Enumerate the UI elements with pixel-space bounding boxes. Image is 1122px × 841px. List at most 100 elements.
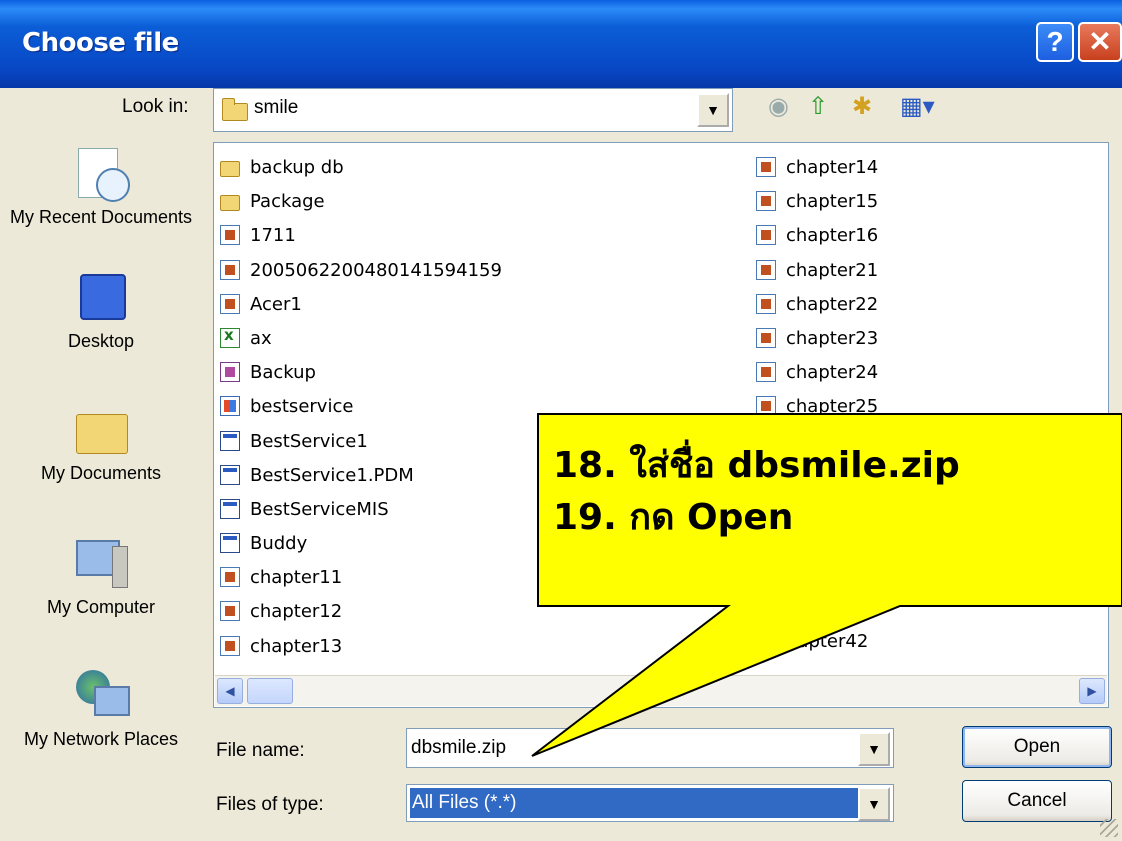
horizontal-scrollbar[interactable]: ◀ ▶ — [215, 675, 1107, 706]
chevron-down-icon: ▼ — [706, 102, 720, 118]
zip-file-icon — [220, 567, 240, 588]
file-name: chapter23 — [786, 327, 879, 349]
file-item[interactable]: chapter21 — [756, 254, 1096, 288]
zip-file-icon — [220, 225, 240, 246]
folder-icon — [220, 195, 240, 212]
folder-icon — [220, 161, 240, 177]
toolbar: ◉ ⇧ ✱ ▦▾ — [768, 92, 958, 132]
file-name: BestService1 — [250, 430, 368, 452]
file-name: BestServiceMIS — [250, 498, 389, 520]
file-item[interactable]: Backup — [220, 356, 740, 390]
app-file-icon — [220, 396, 240, 417]
lookin-dropdown-button[interactable]: ▼ — [697, 93, 729, 127]
file-item[interactable]: chapter22 — [756, 288, 1096, 322]
chevron-down-icon: ▼ — [867, 796, 881, 812]
callout-text: 18. ใส่ชื่อ dbsmile.zip 19. กด Open — [553, 440, 960, 544]
file-item[interactable]: 20050622004801415941​59 — [220, 254, 740, 288]
zip-file-icon — [756, 259, 776, 280]
vb-file-icon — [220, 498, 240, 519]
lookin-value: smile — [254, 97, 299, 118]
scroll-left-button[interactable]: ◀ — [217, 678, 243, 704]
file-item[interactable]: 1711 — [220, 219, 740, 253]
vb-file-icon — [220, 464, 240, 485]
zip-file-icon — [756, 225, 776, 246]
zip-file-icon — [220, 635, 240, 656]
place-desktop[interactable]: Desktop — [2, 268, 200, 352]
scroll-thumb[interactable] — [247, 678, 293, 704]
cancel-button[interactable]: Cancel — [962, 780, 1112, 822]
filetype-value: All Files (*.*) — [412, 792, 517, 813]
file-item[interactable]: chapter23 — [756, 322, 1096, 356]
file-name: chapter25 — [786, 396, 879, 418]
filetype-dropdown-button[interactable]: ▼ — [858, 787, 890, 821]
desktop-icon — [72, 268, 130, 326]
file-name: 1711 — [250, 225, 296, 247]
back-icon[interactable]: ◉ — [768, 92, 789, 121]
close-button[interactable]: ✕ — [1078, 22, 1122, 62]
lookin-label: Look in: — [122, 96, 189, 117]
place-label: My Documents — [40, 463, 162, 483]
filename-value: dbsmile.zip — [411, 737, 507, 758]
file-name: chapter12 — [250, 601, 343, 623]
place-my-documents[interactable]: My Documents — [2, 400, 200, 484]
chevron-down-icon: ▼ — [867, 741, 881, 757]
place-label: My Network Places — [23, 729, 179, 749]
place-label: Desktop — [67, 331, 135, 351]
help-button[interactable]: ? — [1036, 22, 1074, 62]
file-name: Package — [250, 191, 325, 213]
place-recent-documents[interactable]: My Recent Documents — [2, 144, 200, 228]
file-item[interactable]: chapter13 — [220, 630, 740, 664]
place-label: My Computer — [46, 597, 156, 617]
vb-file-icon — [220, 430, 240, 451]
zip-file-icon — [756, 191, 776, 212]
file-name: chapter14 — [786, 157, 879, 178]
filetype-select[interactable]: All Files (*.*) ▼ — [406, 784, 894, 822]
file-item[interactable]: bestservice — [220, 390, 740, 424]
filetype-label: Files of type: — [216, 794, 324, 815]
file-name: ax — [250, 327, 272, 349]
title-bar[interactable]: Choose file ? ✕ — [0, 0, 1122, 88]
filename-dropdown-button[interactable]: ▼ — [858, 732, 890, 766]
file-item[interactable]: chapter25 — [756, 390, 1096, 424]
file-item[interactable]: Package — [220, 185, 740, 219]
window-title: Choose file — [22, 28, 179, 58]
file-item[interactable]: chapter16 — [756, 219, 1096, 253]
zip-file-icon — [220, 293, 240, 314]
zip-file-icon — [756, 362, 776, 383]
file-item[interactable]: chapter24 — [756, 356, 1096, 390]
close-icon: ✕ — [1088, 26, 1112, 57]
file-item[interactable]: chapter11 — [220, 561, 740, 595]
filename-input[interactable]: dbsmile.zip ▼ — [406, 728, 894, 768]
file-list[interactable]: backup db Package 1711 20050622004801415941… — [213, 142, 1109, 708]
file-item[interactable]: chapter12 — [220, 595, 740, 629]
file-name: chapter24 — [786, 362, 879, 384]
doc-file-icon — [220, 362, 240, 383]
chevron-right-icon: ▶ — [1087, 684, 1097, 698]
file-name: chapter13 — [250, 635, 343, 657]
folder-icon — [222, 98, 248, 121]
callout-line-2: 19. กด Open — [553, 497, 794, 538]
file-item[interactable]: ax — [220, 322, 740, 356]
zip-file-icon — [756, 293, 776, 314]
view-menu-icon[interactable]: ▦▾ — [900, 92, 935, 121]
file-item[interactable]: backup db — [220, 151, 740, 185]
filename-label: File name: — [216, 740, 305, 761]
up-folder-icon[interactable]: ⇧ — [808, 92, 828, 121]
zip-file-icon — [756, 157, 776, 177]
file-item[interactable]: Acer1 — [220, 288, 740, 322]
zip-file-icon — [220, 259, 240, 280]
file-name: bestservice — [250, 396, 354, 418]
open-button[interactable]: Open — [962, 726, 1112, 768]
lookin-combo[interactable]: smile ▼ — [213, 88, 733, 132]
scroll-right-button[interactable]: ▶ — [1079, 678, 1105, 704]
place-network[interactable]: My Network Places — [2, 666, 200, 750]
new-folder-icon[interactable]: ✱ — [852, 92, 872, 121]
file-item[interactable]: chapter14 — [756, 151, 1096, 185]
file-name: hapter42 — [786, 631, 869, 652]
network-places-icon — [72, 666, 130, 724]
file-name: Buddy — [250, 533, 308, 555]
place-my-computer[interactable]: My Computer — [2, 534, 200, 618]
file-item[interactable]: chapter15 — [756, 185, 1096, 219]
resize-grip[interactable] — [1100, 819, 1118, 837]
file-name: chapter21 — [786, 259, 879, 281]
